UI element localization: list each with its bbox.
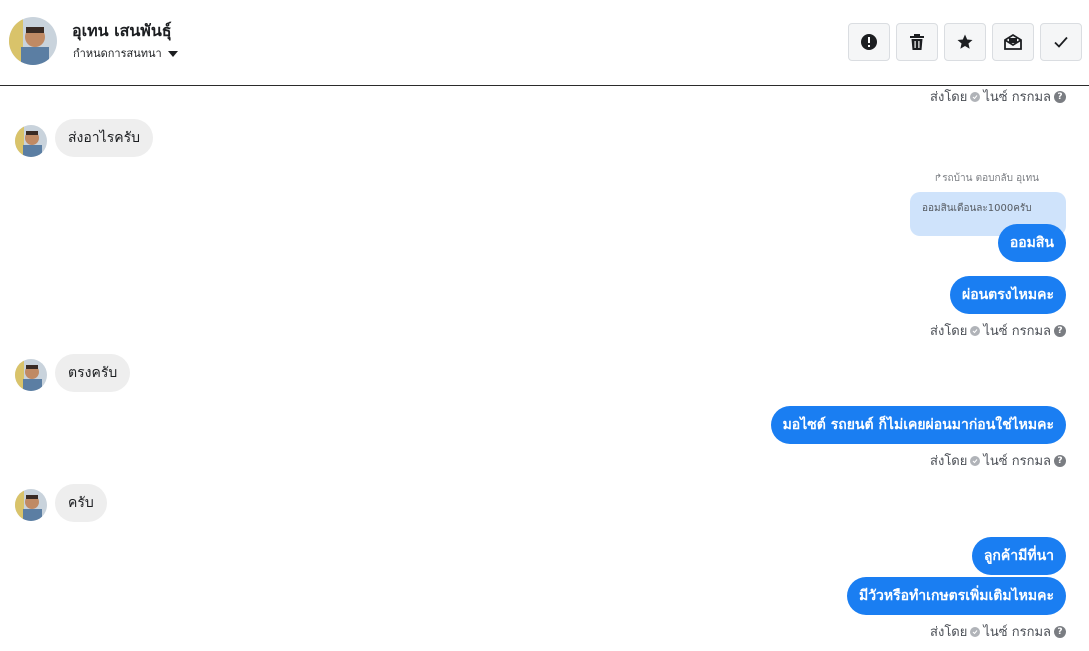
sent-by-label: ส่งโดย [930, 324, 968, 339]
outgoing-message: มีวัวหรือทำเกษตรเพิ่มเติมไหมคะ [846, 577, 1066, 615]
report-button[interactable] [848, 23, 890, 61]
caret-down-icon [167, 50, 178, 57]
mark-unread-button[interactable] [992, 23, 1034, 61]
contact-avatar-small[interactable] [15, 125, 47, 157]
sender-name: ไนซ์ กรกมล [983, 324, 1051, 339]
contact-avatar[interactable] [9, 17, 57, 65]
outgoing-message: ผ่อนตรงไหมคะ [949, 276, 1066, 314]
outgoing-message: ลูกค้ามีที่นา [971, 537, 1066, 575]
check-icon [1054, 36, 1068, 48]
check-circle-icon [970, 325, 981, 336]
sent-by-meta: ส่งโดย ไนซ์ กรกมล ? [930, 320, 1066, 341]
sender-name: ไนซ์ กรกมล [983, 625, 1051, 640]
sent-by-meta: ส่งโดย ไนซ์ กรกมล ? [930, 621, 1066, 642]
help-icon[interactable]: ? [1054, 625, 1066, 638]
check-circle-icon [970, 626, 981, 637]
help-icon[interactable]: ? [1054, 90, 1066, 103]
check-circle-icon [970, 455, 981, 466]
mail-icon [1004, 33, 1022, 50]
alert-circle-icon [861, 34, 877, 50]
incoming-message: ตรงครับ [55, 354, 131, 392]
incoming-message: ครับ [55, 484, 107, 522]
outgoing-message: มอไซต์ รถยนต์ ก็ไม่เคยผ่อนมาก่อนใช่ไหมคะ [770, 406, 1066, 444]
conversation-header: อุเทน เสนพันธุ์ กำหนดการสนทนา [0, 0, 1089, 86]
help-icon[interactable]: ? [1054, 324, 1066, 337]
reply-context-text: รถบ้าน ตอบกลับ อุเทน [942, 173, 1039, 184]
outgoing-message: ออมสิน [997, 224, 1066, 262]
contact-avatar-small[interactable] [15, 489, 47, 521]
trash-icon [910, 34, 924, 50]
sent-by-meta: ส่งโดย ไนซ์ กรกมล ? [930, 86, 1066, 107]
contact-name: อุเทน เสนพันธุ์ [72, 21, 172, 40]
reply-arrow-icon: ↱ [933, 173, 943, 184]
sent-by-label: ส่งโดย [930, 454, 968, 469]
check-circle-icon [970, 91, 981, 102]
sent-by-meta: ส่งโดย ไนซ์ กรกมล ? [930, 450, 1066, 471]
sent-by-label: ส่งโดย [930, 90, 968, 105]
contact-avatar-small[interactable] [15, 359, 47, 391]
sender-name: ไนซ์ กรกมล [983, 454, 1051, 469]
done-button[interactable] [1040, 23, 1082, 61]
incoming-message: ส่งอาไรครับ [55, 119, 153, 157]
star-button[interactable] [944, 23, 986, 61]
help-icon[interactable]: ? [1054, 454, 1066, 467]
conversation-toolbar [848, 23, 1082, 61]
sent-by-label: ส่งโดย [930, 625, 968, 640]
assign-label: กำหนดการสนทนา [73, 47, 162, 60]
star-icon [957, 34, 973, 49]
assign-conversation-dropdown[interactable]: กำหนดการสนทนา [73, 44, 178, 62]
delete-button[interactable] [896, 23, 938, 61]
reply-context-label: ↱รถบ้าน ตอบกลับ อุเทน [934, 171, 1039, 186]
sender-name: ไนซ์ กรกมล [983, 90, 1051, 105]
